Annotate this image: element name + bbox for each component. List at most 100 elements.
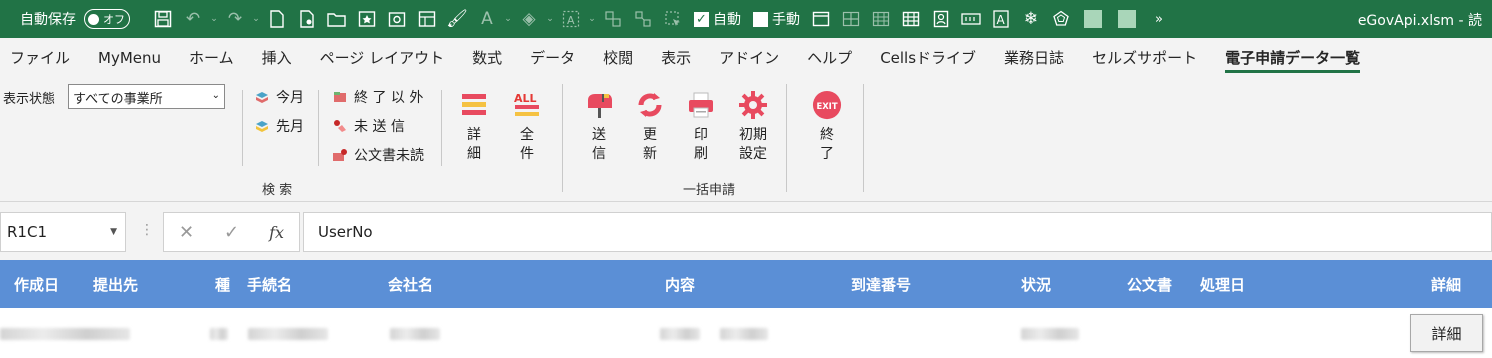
header-company[interactable]: 会社名: [388, 274, 433, 295]
photo-icon[interactable]: [382, 5, 412, 33]
redacted-cell: [248, 328, 328, 340]
select-objects-icon[interactable]: [658, 5, 688, 33]
redo-icon[interactable]: ↷: [220, 5, 250, 33]
display-state-label: 表示状態: [3, 92, 56, 107]
open-folder-icon[interactable]: [322, 5, 352, 33]
tab-e-application-list[interactable]: 電子申請データ一覧: [1211, 38, 1374, 76]
bulk-application-group-label: 一括申請: [683, 183, 736, 198]
borders-icon[interactable]: [896, 5, 926, 33]
header-detail[interactable]: 詳細: [1431, 274, 1461, 295]
tab-home[interactable]: ホーム: [175, 38, 248, 76]
more-commands-icon[interactable]: »: [1144, 5, 1174, 33]
divider: [318, 90, 319, 166]
header-submit-to[interactable]: 提出先: [93, 274, 138, 295]
group-icon[interactable]: [598, 5, 628, 33]
ungroup-icon[interactable]: [628, 5, 658, 33]
color-swatch-icon[interactable]: [1084, 10, 1102, 28]
new-file-icon[interactable]: [262, 5, 292, 33]
fill-color-dropdown-icon[interactable]: ⌄: [544, 5, 556, 33]
tab-view[interactable]: 表示: [647, 38, 705, 76]
format-painter-icon[interactable]: 🖌: [442, 5, 472, 33]
undo-icon[interactable]: ↶: [178, 5, 208, 33]
header-content[interactable]: 内容: [665, 274, 695, 295]
redacted-cell: [390, 328, 440, 340]
split-panes-icon[interactable]: [866, 5, 896, 33]
tab-formulas[interactable]: 数式: [458, 38, 516, 76]
tab-cells-support[interactable]: セルズサポート: [1078, 38, 1211, 76]
update-button[interactable]: 更 新: [630, 90, 670, 164]
tab-cells-drive[interactable]: Cellsドライブ: [866, 38, 990, 76]
manual-calc-checkbox[interactable]: 手動: [753, 9, 800, 29]
tab-mymenu[interactable]: MyMenu: [84, 38, 175, 76]
unread-docs-button[interactable]: 公文書未読: [332, 145, 424, 165]
unsent-mail-icon: [332, 119, 348, 133]
color-swatch-icon[interactable]: [1118, 10, 1136, 28]
tab-data[interactable]: データ: [516, 38, 589, 76]
font-box-icon[interactable]: A: [986, 5, 1016, 33]
exit-group: EXIT 終 了: [787, 76, 863, 202]
this-month-button[interactable]: 今月: [254, 87, 304, 107]
tab-file[interactable]: ファイル: [0, 38, 84, 76]
initial-settings-button[interactable]: 初期 設定: [733, 90, 773, 164]
fill-color-icon[interactable]: ◈: [514, 5, 544, 33]
auto-calc-checkbox[interactable]: ✓ 自動: [694, 9, 741, 29]
font-color-icon[interactable]: A: [472, 5, 502, 33]
exit-label: 終 了: [820, 127, 834, 162]
header-created[interactable]: 作成日: [14, 274, 59, 295]
tab-review[interactable]: 校閲: [589, 38, 647, 76]
autosave-toggle[interactable]: オフ: [84, 9, 130, 29]
formula-input[interactable]: UserNo: [303, 212, 1492, 252]
chevron-down-icon[interactable]: ▼: [110, 227, 117, 237]
header-processed[interactable]: 処理日: [1200, 274, 1245, 295]
enter-icon[interactable]: ✓: [224, 222, 239, 243]
undo-dropdown-icon[interactable]: ⌄: [208, 5, 220, 33]
send-button[interactable]: 送 信: [579, 90, 619, 164]
header-status[interactable]: 状況: [1021, 274, 1051, 295]
name-box[interactable]: R1C1 ▼: [0, 212, 126, 252]
all-list-icon: ALL: [512, 90, 542, 120]
header-procedure[interactable]: 手続名: [247, 274, 292, 295]
printer-icon: [686, 90, 716, 120]
tab-insert[interactable]: 挿入: [248, 38, 306, 76]
print-button[interactable]: 印 刷: [681, 90, 721, 164]
tab-addins[interactable]: アドイン: [705, 38, 793, 76]
save-icon[interactable]: [148, 5, 178, 33]
redacted-cell: [0, 328, 130, 340]
tab-page-layout[interactable]: ページ レイアウト: [306, 38, 458, 76]
drag-handle-icon[interactable]: ⋮: [140, 222, 154, 238]
freeze-panes-icon[interactable]: [836, 5, 866, 33]
radar-chart-icon[interactable]: [1046, 5, 1076, 33]
snowflake-icon[interactable]: ❄: [1016, 5, 1046, 33]
header-official-doc[interactable]: 公文書: [1127, 274, 1172, 295]
display-state-select[interactable]: すべての事業所 ⌄: [68, 84, 225, 109]
text-box-icon[interactable]: A: [556, 5, 586, 33]
text-box-dropdown-icon[interactable]: ⌄: [586, 5, 598, 33]
insert-function-icon[interactable]: fx: [269, 223, 284, 242]
initial-settings-label: 初期 設定: [739, 127, 767, 162]
tab-business-diary[interactable]: 業務日誌: [990, 38, 1078, 76]
redo-dropdown-icon[interactable]: ⌄: [250, 5, 262, 33]
unsent-label: 未 送 信: [354, 119, 405, 135]
svg-text:A: A: [997, 13, 1006, 27]
person-card-icon[interactable]: [926, 5, 956, 33]
all-records-label: 全 件: [520, 127, 534, 162]
unsent-button[interactable]: 未 送 信: [332, 116, 405, 136]
except-done-button[interactable]: 終 了 以 外: [332, 87, 423, 107]
cancel-icon[interactable]: ✕: [179, 222, 194, 243]
window-icon[interactable]: [806, 5, 836, 33]
search-group-label: 検 索: [262, 183, 293, 198]
favorite-folder-icon[interactable]: [352, 5, 382, 33]
detail-button[interactable]: 詳 細: [454, 90, 494, 164]
header-arrival-no[interactable]: 到達番号: [851, 274, 911, 295]
exit-button[interactable]: EXIT 終 了: [807, 90, 847, 164]
refresh-icon: [635, 90, 665, 120]
header-type[interactable]: 種: [215, 274, 230, 295]
row-detail-button[interactable]: 詳細: [1410, 314, 1483, 352]
table-image-icon[interactable]: [412, 5, 442, 33]
all-records-button[interactable]: ALL 全 件: [507, 90, 547, 164]
font-color-dropdown-icon[interactable]: ⌄: [502, 5, 514, 33]
tab-help[interactable]: ヘルプ: [793, 38, 866, 76]
new-template-icon[interactable]: [292, 5, 322, 33]
number-format-icon[interactable]: [956, 5, 986, 33]
last-month-button[interactable]: 先月: [254, 116, 304, 136]
